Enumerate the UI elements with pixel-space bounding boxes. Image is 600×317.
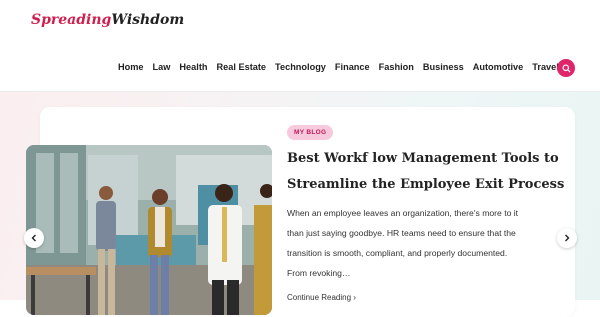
nav-item-home[interactable]: Home xyxy=(118,62,144,72)
nav-item-law[interactable]: Law xyxy=(153,62,171,72)
title-line-2: Streamline the Employee Exit Process xyxy=(287,177,565,192)
nav-item-automotive[interactable]: Automotive xyxy=(473,62,524,72)
chevron-right-icon xyxy=(565,234,570,242)
search-button[interactable] xyxy=(557,59,575,77)
site-logo[interactable]: SpreadingWishdom xyxy=(31,12,184,28)
nav-item-finance[interactable]: Finance xyxy=(335,62,370,72)
main-nav: Home Law Health Real Estate Technology F… xyxy=(118,62,568,72)
logo-part-2: Wishdom xyxy=(111,12,185,28)
excerpt-line-4: From revoking… xyxy=(287,268,351,278)
nav-item-health[interactable]: Health xyxy=(179,62,207,72)
title-line-1: Best Workf low Management Tools to xyxy=(287,151,559,166)
arrow-right-icon: › xyxy=(353,293,356,302)
featured-post-image[interactable] xyxy=(26,145,272,315)
office-people-illustration xyxy=(26,145,272,315)
excerpt-line-3: transition is smooth, compliant, and pro… xyxy=(287,248,508,258)
nav-item-real-estate[interactable]: Real Estate xyxy=(217,62,267,72)
nav-item-business[interactable]: Business xyxy=(423,62,464,72)
chevron-left-icon xyxy=(31,234,36,242)
excerpt-line-2: than just saying goodbye. HR teams need … xyxy=(287,228,516,238)
continue-reading-link[interactable]: Continue Reading › xyxy=(287,293,356,302)
search-icon xyxy=(561,63,571,73)
category-tag[interactable]: MY BLOG xyxy=(287,125,334,140)
site-header: SpreadingWishdom Home Law Health Real Es… xyxy=(0,0,600,92)
continue-reading-label: Continue Reading xyxy=(287,293,352,302)
logo-part-1: Spreading xyxy=(31,12,112,28)
nav-item-technology[interactable]: Technology xyxy=(275,62,326,72)
excerpt-line-1: When an employee leaves an organization,… xyxy=(287,208,519,218)
nav-item-fashion[interactable]: Fashion xyxy=(379,62,414,72)
featured-post-excerpt: When an employee leaves an organization,… xyxy=(287,203,557,283)
featured-post-title[interactable]: Best Workf low Management Tools to Strea… xyxy=(287,146,577,198)
nav-item-travel[interactable]: Travel xyxy=(532,62,559,72)
carousel-next-button[interactable] xyxy=(557,228,577,248)
carousel-prev-button[interactable] xyxy=(24,228,44,248)
